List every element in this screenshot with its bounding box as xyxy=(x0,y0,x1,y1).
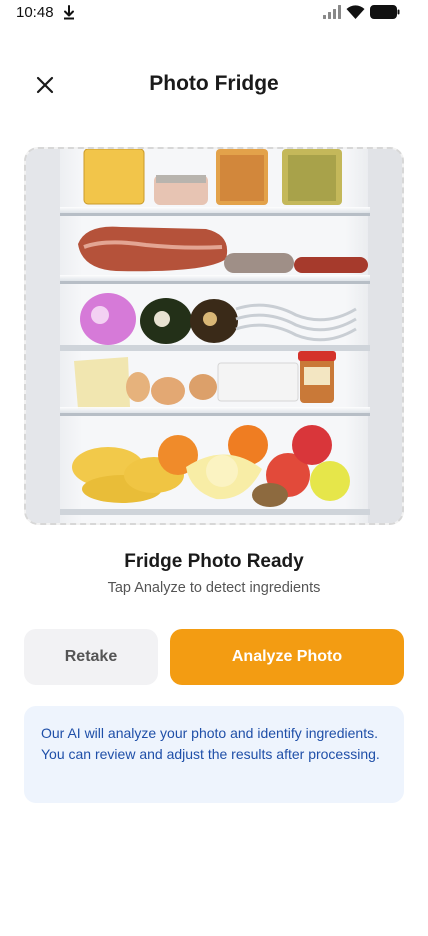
signal-icon xyxy=(323,5,341,19)
status-bar: 10:48 xyxy=(0,0,428,28)
header: Photo Fridge xyxy=(0,60,428,108)
fridge-photo xyxy=(24,147,404,525)
photo-ready-title: Fridge Photo Ready xyxy=(124,551,304,572)
retake-button[interactable]: Retake xyxy=(24,629,158,685)
analyze-photo-button[interactable]: Analyze Photo xyxy=(170,629,404,685)
fridge-photo-image xyxy=(26,149,402,523)
battery-icon xyxy=(370,5,400,19)
photo-ready-subtitle: Tap Analyze to detect ingredients xyxy=(107,580,321,596)
info-box: Our AI will analyze your photo and ident… xyxy=(24,706,404,803)
wifi-icon xyxy=(346,5,365,19)
download-icon xyxy=(64,5,74,20)
info-text: Our AI will analyze your photo and ident… xyxy=(41,725,380,762)
page-title: Photo Fridge xyxy=(149,72,279,95)
status-time: 10:48 xyxy=(16,4,54,21)
